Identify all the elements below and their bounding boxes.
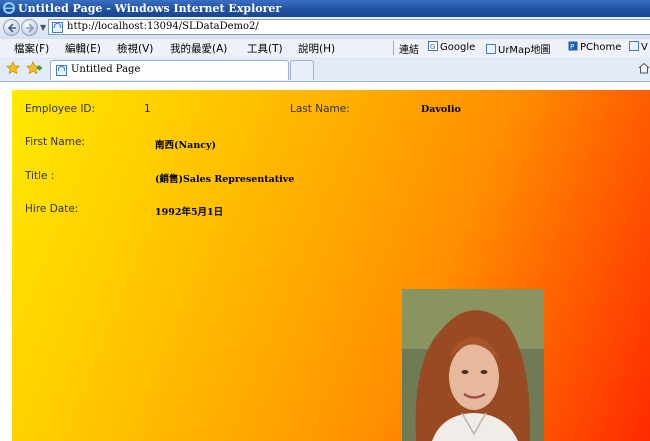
google-icon: G — [428, 41, 438, 51]
menu-separator — [393, 41, 394, 55]
link-more[interactable]: V — [629, 41, 648, 53]
back-arrow-icon — [7, 23, 16, 33]
menu-tools[interactable]: 工具(T) — [247, 41, 283, 56]
address-toolbar: ▼ http://localhost:13094/SLDataDemo2/ — [0, 17, 650, 40]
links-label: 連結 — [399, 45, 419, 56]
recent-pages-dropdown[interactable]: ▼ — [40, 23, 46, 32]
hire-date-label: Hire Date: — [25, 203, 79, 215]
svg-text:G: G — [430, 43, 435, 51]
svg-text:P: P — [570, 43, 574, 51]
first-name-label: First Name: — [25, 136, 85, 148]
employee-id-label: Employee ID: — [25, 103, 96, 115]
forward-button[interactable] — [21, 19, 38, 36]
favorites-star-icon[interactable] — [6, 61, 20, 75]
first-name-value: 南西(Nancy) — [155, 140, 217, 151]
employee-photo — [402, 289, 544, 441]
page-icon — [52, 22, 63, 33]
back-button[interactable] — [3, 19, 20, 36]
forward-arrow-icon — [26, 23, 35, 33]
menu-help[interactable]: 說明(H) — [298, 41, 335, 56]
tab-bar: Untitled Page — [0, 57, 650, 82]
menu-view[interactable]: 檢視(V) — [117, 41, 153, 56]
add-favorites-icon[interactable] — [26, 61, 42, 75]
window-title: Untitled Page - Windows Internet Explore… — [18, 2, 282, 15]
tab-title: Untitled Page — [71, 64, 141, 75]
menu-favorites[interactable]: 我的最愛(A) — [170, 41, 227, 56]
employee-id-value: 1 — [144, 103, 151, 115]
menu-file[interactable]: 檔案(F) — [14, 41, 49, 56]
link-pchome[interactable]: P PChome — [568, 41, 621, 53]
new-tab-button[interactable] — [290, 60, 314, 80]
home-icon[interactable] — [638, 62, 650, 74]
menu-bar: 檔案(F) 編輯(E) 檢視(V) 我的最愛(A) 工具(T) 說明(H) 連結… — [0, 39, 650, 58]
address-url: http://localhost:13094/SLDataDemo2/ — [67, 21, 259, 32]
link-google[interactable]: G Google — [428, 41, 475, 53]
window-title-bar: Untitled Page - Windows Internet Explore… — [0, 0, 650, 17]
link-google-label: Google — [440, 42, 476, 53]
employee-panel: Employee ID: 1 Last Name: Davolio First … — [12, 90, 650, 441]
link-urmap[interactable]: UrMap地圖 — [486, 41, 551, 56]
link-urmap-label: UrMap地圖 — [498, 45, 551, 56]
address-input[interactable]: http://localhost:13094/SLDataDemo2/ — [48, 19, 650, 35]
ie-logo-icon — [3, 2, 15, 14]
pchome-icon: P — [568, 41, 578, 51]
hire-date-value: 1992年5月1日 — [155, 207, 224, 218]
tab-untitled-page[interactable]: Untitled Page — [50, 60, 289, 80]
page-content: Employee ID: 1 Last Name: Davolio First … — [0, 82, 650, 441]
menu-edit[interactable]: 編輯(E) — [65, 41, 101, 56]
page-icon — [486, 44, 496, 54]
page-icon — [629, 41, 639, 51]
title-label: Title : — [25, 170, 55, 182]
last-name-value: Davolio — [421, 104, 461, 115]
page-icon — [56, 65, 67, 76]
last-name-label: Last Name: — [290, 103, 350, 115]
link-more-label: V — [641, 42, 648, 53]
link-pchome-label: PChome — [580, 42, 622, 53]
title-value: (銷售)Sales Representative — [155, 174, 295, 185]
